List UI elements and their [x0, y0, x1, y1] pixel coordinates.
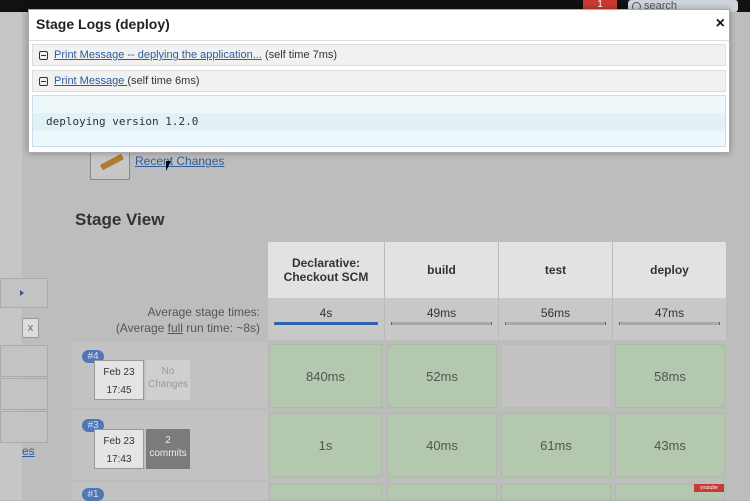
stage-cell[interactable]: 1s	[269, 413, 382, 477]
modal-title: Stage Logs (deploy)	[36, 16, 170, 32]
sidebar-close-button[interactable]: x	[22, 318, 39, 338]
sidebar-section	[0, 378, 48, 410]
recent-changes-link[interactable]: Recent Changes	[135, 154, 224, 168]
stage-cell[interactable]	[501, 484, 611, 500]
stage-cell[interactable]	[387, 484, 497, 500]
collapse-toggle-icon[interactable]	[39, 77, 48, 86]
sidebar-section	[0, 411, 48, 443]
average-stage-times-text: Average stage times:	[147, 305, 260, 319]
avg-time-checkout: 4s	[268, 298, 385, 340]
stage-view-title: Stage View	[75, 210, 165, 229]
avg-time-deploy: 47ms	[613, 298, 727, 340]
console-output: deploying version 1.2.0	[32, 95, 726, 147]
run-changes[interactable]: 2 commits	[146, 429, 190, 469]
modal-header: Stage Logs (deploy) ×	[29, 10, 729, 41]
stage-cell[interactable]: 61ms	[501, 413, 611, 477]
log-entry-link[interactable]: Print Message -- deplying the applicatio…	[54, 49, 262, 61]
stage-cell[interactable]: 43ms	[615, 413, 725, 477]
log-entry-time: (self time 7ms)	[261, 49, 338, 61]
stage-header-deploy: deploy	[613, 242, 727, 298]
stage-logs-modal: Stage Logs (deploy) × Print Message -- d…	[28, 9, 730, 153]
stage-cell-empty	[501, 344, 611, 408]
run-date: Feb 23 17:43	[94, 429, 144, 469]
modal-close-button[interactable]: ×	[716, 15, 725, 33]
collapse-toggle-icon[interactable]	[39, 51, 48, 60]
avg-time-test: 56ms	[499, 298, 613, 340]
sidebar-link[interactable]: es	[22, 444, 35, 458]
progress-fill	[275, 322, 377, 325]
run-date: Feb 23 17:45	[94, 360, 144, 400]
sidebar-arrow-icon[interactable]	[20, 290, 24, 296]
stage-header-test: test	[499, 242, 613, 298]
mouse-cursor-icon	[166, 161, 171, 171]
run-id-badge[interactable]: #1	[82, 488, 104, 501]
log-entry-time: (self time 6ms)	[127, 75, 200, 87]
stage-cell[interactable]: 52ms	[387, 344, 497, 408]
stage-header-build: build	[385, 242, 499, 298]
log-entry[interactable]: Print Message (self time 6ms)	[32, 70, 726, 92]
log-entry[interactable]: Print Message -- deplying the applicatio…	[32, 44, 726, 66]
sidebar-section	[0, 345, 48, 377]
log-entry-link[interactable]: Print Message	[54, 75, 127, 87]
run-changes: No Changes	[146, 360, 190, 400]
sidebar-section	[0, 278, 48, 308]
average-times-label: Average stage times: (Average full run t…	[100, 304, 260, 336]
stage-cell[interactable]: 40ms	[387, 413, 497, 477]
stage-cell[interactable]: 58ms	[615, 344, 725, 408]
stage-header-checkout: Declarative: Checkout SCM	[268, 242, 385, 298]
avg-time-build: 49ms	[385, 298, 499, 340]
console-line: deploying version 1.2.0	[33, 113, 725, 131]
average-run-time-text: (Average full run time: ~8s)	[115, 321, 260, 335]
stage-cell[interactable]: 840ms	[269, 344, 382, 408]
youtube-watermark: youtube	[694, 484, 724, 492]
stage-cell[interactable]	[269, 484, 382, 500]
